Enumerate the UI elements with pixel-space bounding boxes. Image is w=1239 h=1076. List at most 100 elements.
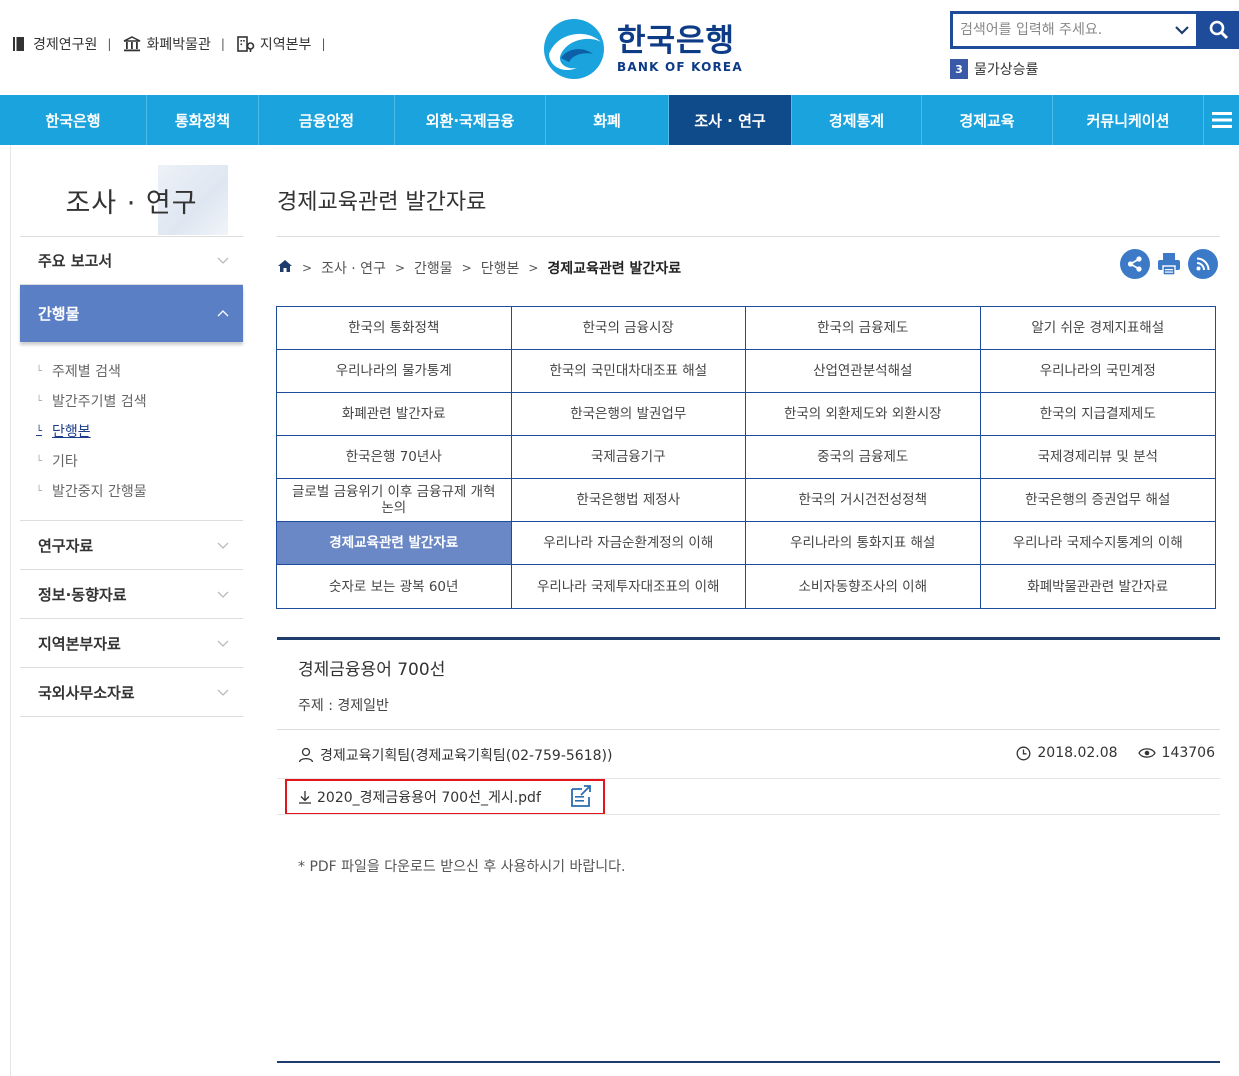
nav-monetary-policy[interactable]: 통화정책 (147, 95, 259, 145)
breadcrumb-item[interactable]: 조사 · 연구 (321, 258, 386, 278)
publication-link[interactable]: 우리나라의 국민계정 (980, 350, 1215, 393)
breadcrumb-current: 경제교육관련 발간자료 (547, 261, 682, 277)
submenu-item-monographs[interactable]: └ 단행본 (36, 416, 243, 446)
submenu-item-others[interactable]: └ 기타 (36, 446, 243, 476)
publication-link[interactable]: 소비자동향조사의 이해 (746, 565, 981, 608)
breadcrumb-item[interactable]: 간행물 (414, 258, 453, 278)
publication-link[interactable]: 화폐박물관관련 발간자료 (981, 565, 1216, 608)
publication-link[interactable]: 한국의 금융시장 (511, 307, 746, 350)
submenu-item-discontinued[interactable]: └ 발간중지 간행물 (36, 476, 243, 506)
nav-research[interactable]: 조사 · 연구 (669, 95, 792, 145)
publication-link[interactable]: 산업연관분석해설 (746, 350, 981, 393)
publication-link[interactable]: 한국은행 70년사 (277, 436, 512, 479)
publication-link[interactable]: 알기 쉬운 경제지표해설 (980, 307, 1215, 350)
file-preview-button[interactable] (568, 782, 594, 810)
home-icon[interactable] (277, 259, 293, 277)
publication-link[interactable]: 한국의 국민대차대조표 해설 (511, 350, 746, 393)
submenu-item-cycle-search[interactable]: └ 발간주기별 검색 (36, 386, 243, 416)
divider (277, 814, 1220, 815)
article-date: 2018.02.08 (1037, 745, 1118, 761)
publication-link[interactable]: 우리나라의 통화지표 해설 (746, 522, 981, 565)
user-icon (298, 747, 314, 763)
print-button[interactable] (1154, 249, 1184, 279)
publication-link[interactable]: 국제금융기구 (511, 436, 746, 479)
chevron-down-icon (217, 591, 229, 598)
util-link-museum[interactable]: 화폐박물관 (123, 34, 211, 54)
submenu-label: 주제별 검색 (52, 364, 121, 380)
publication-link[interactable]: 국제경제리뷰 및 분석 (980, 436, 1215, 479)
publication-link[interactable]: 우리나라 국제수지통계의 이해 (980, 522, 1215, 565)
eye-icon (1137, 748, 1156, 758)
trending-keyword[interactable]: 3 물가상승률 (950, 59, 1038, 79)
hamburger-menu-button[interactable] (1204, 95, 1239, 145)
publication-link[interactable]: 한국은행법 제정사 (511, 479, 746, 522)
publication-link[interactable]: 우리나라의 물가통계 (277, 350, 512, 393)
nav-foreign-exchange[interactable]: 외환·국제금융 (395, 95, 546, 145)
publication-link[interactable]: 숫자로 보는 광복 60년 (277, 565, 512, 608)
share-icon (1127, 256, 1142, 272)
nav-economic-statistics[interactable]: 경제통계 (792, 95, 922, 145)
rss-button[interactable] (1188, 249, 1218, 279)
publication-link[interactable]: 경제교육관련 발간자료 (277, 522, 512, 565)
bank-of-korea-logo[interactable]: 한국은행 BANK OF KOREA (543, 18, 743, 80)
sidebar-item-publications[interactable]: 간행물 (20, 285, 243, 342)
download-notice: * PDF 파일을 다운로드 받으신 후 사용하시기 바랍니다. (298, 859, 626, 875)
sidebar-item-label: 간행물 (38, 305, 80, 323)
chevron-down-icon (217, 689, 229, 696)
sidebar-title-area: 조사 · 연구 (20, 165, 243, 235)
nav-financial-stability[interactable]: 금융안정 (259, 95, 395, 145)
publication-link[interactable]: 한국의 금융제도 (746, 307, 981, 350)
publication-link[interactable]: 한국의 거시건전성정책 (746, 479, 981, 522)
sidebar-title: 조사 · 연구 (65, 188, 198, 219)
sidebar-item-regional-materials[interactable]: 지역본부자료 (20, 619, 243, 668)
sidebar-menu: 주요 보고서 간행물 └ 주제별 검색 └ 발간주기별 검색 └ 단행본 └ 기타 └ 발… (20, 236, 243, 717)
nav-bank-of-korea[interactable]: 한국은행 (0, 95, 147, 145)
separator: | (321, 37, 326, 51)
publication-link[interactable]: 우리나라 국제투자대조표의 이해 (512, 565, 746, 608)
sub-bullet-icon: └ (36, 395, 43, 407)
util-link-label: 화폐박물관 (146, 37, 211, 53)
util-link-label: 지역본부 (259, 37, 312, 53)
search-box (950, 11, 1199, 49)
nav-communication[interactable]: 커뮤니케이션 (1053, 95, 1204, 145)
publication-link[interactable]: 우리나라 자금순환계정의 이해 (511, 522, 746, 565)
publication-link[interactable]: 글로벌 금융위기 이후 금융규제 개혁 논의 (277, 479, 512, 522)
sidebar-item-main-reports[interactable]: 주요 보고서 (20, 236, 243, 285)
search-button[interactable] (1199, 11, 1239, 49)
util-link-research-institute[interactable]: 경제연구원 (10, 34, 97, 54)
page-left-border (10, 145, 11, 1076)
publication-link[interactable]: 한국은행의 증권업무 해설 (980, 479, 1215, 522)
util-link-regional[interactable]: 지역본부 (237, 34, 312, 54)
rss-icon (1196, 257, 1210, 271)
sidebar-item-label: 연구자료 (38, 536, 94, 555)
submenu-label: 기타 (52, 454, 78, 470)
sidebar-item-overseas-materials[interactable]: 국외사무소자료 (20, 668, 243, 717)
sidebar-item-label: 지역본부자료 (38, 634, 121, 653)
chevron-right-icon: > (302, 261, 313, 275)
article-author: 경제교육기획팀(경제교육기획팀(02-759-5618)) (298, 745, 612, 765)
publication-link[interactable]: 한국은행의 발권업무 (511, 393, 746, 436)
publication-link[interactable]: 한국의 지급결제제도 (980, 393, 1215, 436)
chevron-down-icon (217, 257, 229, 264)
publication-link[interactable]: 중국의 금융제도 (746, 436, 981, 479)
view-bottom-border (277, 1061, 1220, 1063)
share-button[interactable] (1120, 249, 1150, 279)
publication-link[interactable]: 한국의 통화정책 (277, 307, 512, 350)
clock-icon (1016, 746, 1031, 760)
sidebar-item-research-materials[interactable]: 연구자료 (20, 521, 243, 570)
publication-link[interactable]: 화폐관련 발간자료 (277, 393, 512, 436)
building-location-icon (237, 35, 255, 53)
file-download-link[interactable]: 2020_경제금융용어 700선_게시.pdf (285, 779, 605, 815)
submenu-item-topic-search[interactable]: └ 주제별 검색 (36, 356, 243, 386)
chevron-down-icon[interactable] (1168, 25, 1196, 35)
nav-currency[interactable]: 화폐 (546, 95, 669, 145)
sidebar-item-info-trends[interactable]: 정보·동향자료 (20, 570, 243, 619)
logo-emblem-icon (544, 19, 604, 79)
search-input[interactable] (953, 14, 1168, 46)
article-meta: 2018.02.08 143706 (1016, 745, 1215, 761)
publication-link[interactable]: 한국의 외환제도와 외환시장 (746, 393, 981, 436)
breadcrumb-item[interactable]: 단행본 (481, 258, 520, 278)
article-subject: 주제 : 경제일반 (298, 698, 389, 714)
sub-bullet-icon: └ (36, 365, 43, 377)
nav-economic-education[interactable]: 경제교육 (922, 95, 1053, 145)
